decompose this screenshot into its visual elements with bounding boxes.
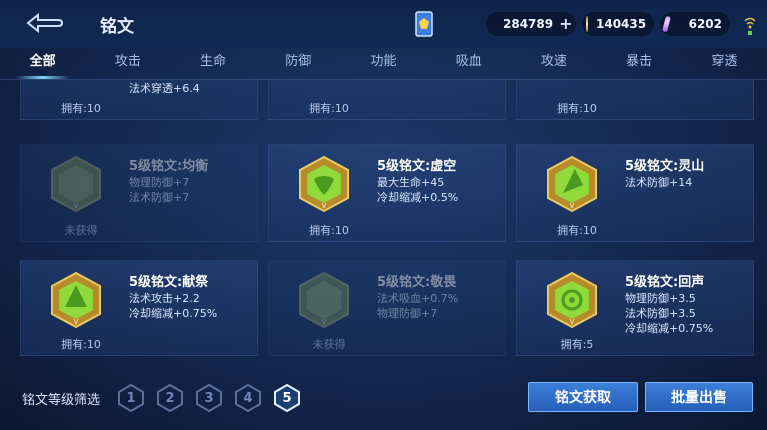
gold-amount: 140435 [596,17,647,31]
card-attr: 法术防御+3.5 [625,307,696,320]
owned-count: 拥有:5 [560,338,594,351]
inscription-card[interactable]: V 5级铭文:均衡 物理防御+7 法术防御+7 未获得 [20,144,258,242]
owned-count: 拥有:10 [309,102,349,115]
card-attr: 法术攻击+2.2 [129,292,200,305]
tab-attack[interactable]: 攻击 [85,48,170,79]
inscription-card[interactable]: V 5级铭文:灵山 法术防御+14 拥有:10 [516,144,754,242]
level-filter-5[interactable]: 5 [274,384,300,412]
inscription-gem-icon: V [299,155,349,213]
bulk-sell-button[interactable]: 批量出售 [645,382,753,412]
owned-count: 拥有:10 [61,338,101,351]
inscription-gem-icon: V [547,271,597,329]
card-name: 5级铭文:均衡 [129,159,209,174]
inscription-gem-icon: V [51,155,101,213]
owned-count: 拥有:10 [309,224,349,237]
signal-icon [744,14,756,36]
owned-count: 拥有:10 [557,102,597,115]
card-attr: 法术穿透+6.4 [129,82,200,95]
card-attr: 最大生命+45 [377,176,445,189]
page-title: 铭文 [100,17,134,37]
svg-text:V: V [570,318,575,326]
category-tabs: 全部 攻击 生命 防御 功能 吸血 攻速 暴击 穿透 [0,48,767,80]
inscription-gem-icon: V [299,271,349,329]
owned-count: 未获得 [64,224,98,237]
gold-coin-icon [586,16,588,32]
back-button[interactable] [22,10,66,36]
card-name: 5级铭文:敬畏 [377,275,457,290]
card-attr: 物理防御+3.5 [625,292,696,305]
card-name: 5级铭文:灵山 [625,159,705,174]
inscription-grid: 法术穿透+6.4 拥有:10 拥有:10 拥有:10 V 5级铭文:均衡 物理防… [20,80,755,360]
inscription-card[interactable]: V 5级铭文:敬畏 法术吸血+0.7% 物理防御+7 未获得 [268,260,506,356]
gem-amount: 6202 [688,17,722,31]
diamond-icon [488,19,498,29]
tab-crit[interactable]: 暴击 [597,48,682,79]
card-attr: 物理防御+7 [129,176,190,189]
card-attr: 冷却缩减+0.5% [377,191,459,204]
svg-text:V: V [74,202,79,210]
diamond-balance: 284789 + [486,12,576,36]
inscription-card[interactable]: 法术穿透+6.4 拥有:10 [20,80,258,120]
gold-balance: 140435 [582,12,654,36]
inscription-card[interactable]: V 5级铭文:回声 物理防御+3.5 法术防御+3.5 冷却缩减+0.75% 拥… [516,260,754,356]
card-attr: 物理防御+7 [377,307,438,320]
bottom-bar: 铭文等级筛选 1 2 3 4 5 铭文获取 批量出售 [0,374,767,430]
tab-defense[interactable]: 防御 [256,48,341,79]
inscription-card[interactable]: V 5级铭文:虚空 最大生命+45 冷却缩减+0.5% 拥有:10 [268,144,506,242]
card-name: 5级铭文:献祭 [129,275,209,290]
card-name: 5级铭文:虚空 [377,159,457,174]
owned-count: 拥有:10 [61,102,101,115]
card-attr: 法术吸血+0.7% [377,292,459,305]
inscription-card[interactable]: V 5级铭文:献祭 法术攻击+2.2 冷却缩减+0.75% 拥有:10 [20,260,258,356]
card-attr: 法术防御+7 [129,191,190,204]
tab-lifesteal[interactable]: 吸血 [426,48,511,79]
card-attr: 冷却缩减+0.75% [129,307,218,320]
inscription-card[interactable]: 拥有:10 [268,80,506,120]
card-name: 5级铭文:回声 [625,275,705,290]
add-diamond-button[interactable]: + [559,16,572,32]
tab-attack-speed[interactable]: 攻速 [511,48,596,79]
tab-health[interactable]: 生命 [170,48,255,79]
diamond-amount: 284789 [503,17,554,31]
level-filter-3[interactable]: 3 [196,384,222,412]
level-filter-1[interactable]: 1 [118,384,144,412]
owned-count: 拥有:10 [557,224,597,237]
level-filter-2[interactable]: 2 [157,384,183,412]
get-inscriptions-button[interactable]: 铭文获取 [528,382,638,412]
level-filter-4[interactable]: 4 [235,384,261,412]
svg-text:V: V [322,202,327,210]
gem-balance: 6202 [660,12,730,36]
purple-gem-icon [662,15,671,33]
svg-text:V: V [570,202,575,210]
owned-count: 未获得 [312,338,346,351]
svg-text:V: V [322,318,327,326]
card-attr: 法术防御+14 [625,176,693,189]
inscription-gem-icon: V [547,155,597,213]
back-arrow-icon [26,12,64,34]
level-filter-label: 铭文等级筛选 [22,393,101,408]
inscription-gem-icon: V [51,271,101,329]
tab-utility[interactable]: 功能 [341,48,426,79]
tab-all[interactable]: 全部 [0,48,85,79]
svg-text:V: V [74,318,79,326]
card-attr: 冷却缩减+0.75% [625,322,714,335]
inscription-card[interactable]: 拥有:10 [516,80,754,120]
inscription-book-icon[interactable] [414,10,434,38]
top-bar: 铭文 284789 + 140435 6202 [0,0,767,48]
tab-penetration[interactable]: 穿透 [682,48,767,79]
